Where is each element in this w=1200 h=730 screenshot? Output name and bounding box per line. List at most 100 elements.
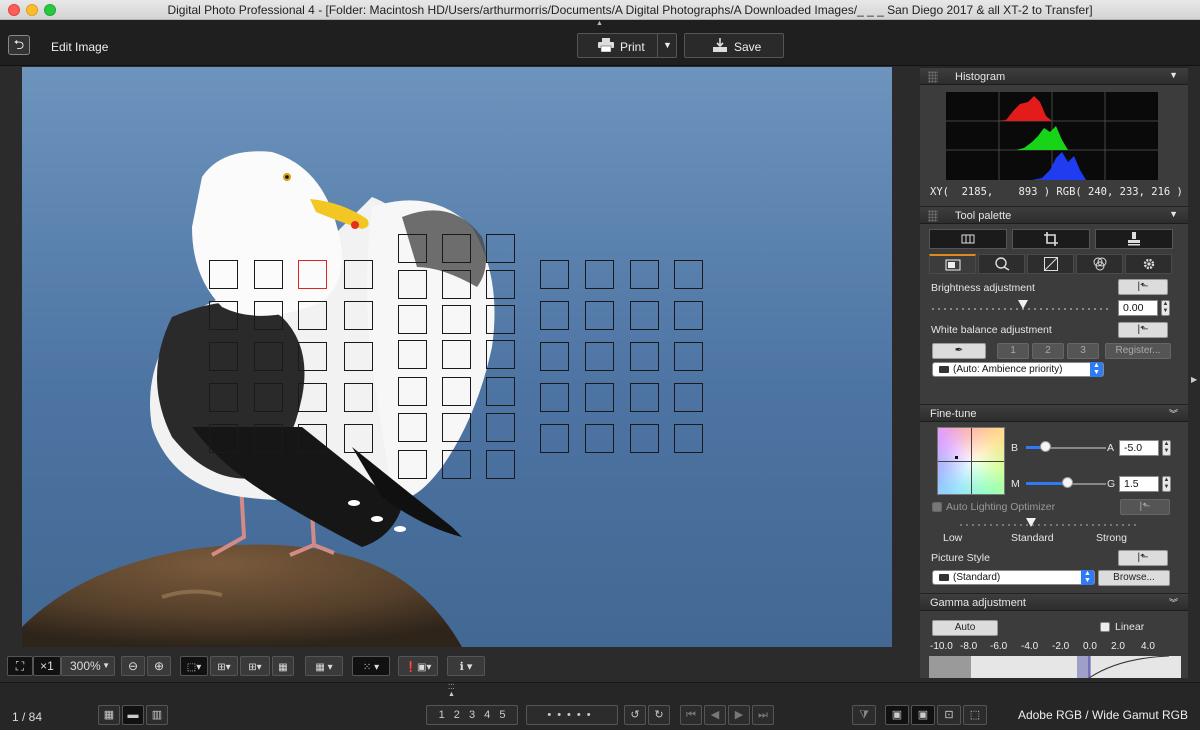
tab-tone-curve[interactable] <box>1027 254 1074 274</box>
fine-tune-header[interactable]: Fine-tune ︾ <box>920 404 1188 422</box>
brightness-reset-button[interactable]: |⬑ <box>1118 279 1168 295</box>
alo-slider[interactable] <box>960 524 1140 526</box>
double-chevron-icon: ︾ <box>1168 598 1178 608</box>
save-button[interactable]: Save <box>684 33 784 58</box>
alo-reset-button[interactable]: |⬑ <box>1120 499 1170 515</box>
print-button[interactable]: Print ▼ <box>577 33 677 58</box>
back-button[interactable]: ⮌ <box>8 35 30 55</box>
collapse-bottom-icon[interactable]: ⁚⁚⁚ ▲ <box>448 683 455 698</box>
tool-palette-header[interactable]: Tool palette ▼ <box>920 206 1188 224</box>
color-point-marker[interactable] <box>955 456 958 459</box>
gamma-auto-button[interactable]: Auto <box>932 620 998 636</box>
prev-image-button[interactable]: ◀ <box>704 705 726 725</box>
a-stepper[interactable]: ▲ ▼ <box>1162 440 1171 456</box>
close-window-button[interactable] <box>8 4 20 16</box>
gamma-header[interactable]: Gamma adjustment ︾ <box>920 593 1188 611</box>
rotate-left-button[interactable]: ↺ <box>624 705 646 725</box>
photo-icon: ▣ <box>917 709 929 721</box>
collapse-top-icon[interactable]: ▲ <box>596 20 603 27</box>
fine-tune-a-label: A <box>1107 442 1115 454</box>
right-panel-scroll[interactable]: ▶ <box>1188 67 1200 678</box>
brightness-stepper[interactable]: ▲ ▼ <box>1161 300 1170 316</box>
fit-to-window-button[interactable]: ⛶ <box>7 656 33 676</box>
minimize-window-button[interactable] <box>26 4 38 16</box>
tab-basic[interactable] <box>929 254 976 274</box>
grid-overlay-button[interactable]: ▦ ▾ <box>305 656 343 676</box>
ba-slider-knob[interactable] <box>1040 441 1051 452</box>
zoom-out-button[interactable]: ⊖ <box>121 656 145 676</box>
wb-register-button[interactable]: Register... <box>1105 343 1171 359</box>
split-view-button[interactable]: ▥ <box>146 705 168 725</box>
tab-color[interactable] <box>1076 254 1123 274</box>
linear-checkbox[interactable] <box>1100 622 1110 632</box>
wb-preset-2[interactable]: 2 <box>1032 343 1064 359</box>
white-balance-select[interactable]: (Auto: Ambience priority) ▲ ▼ <box>932 362 1104 377</box>
rotate-right-button[interactable]: ↻ <box>648 705 670 725</box>
zoom-window-button[interactable] <box>44 4 56 16</box>
af-mode-button[interactable]: ⁙ ▾ <box>352 656 390 676</box>
stamp-tool[interactable] <box>1095 229 1173 249</box>
crop-tool[interactable] <box>1012 229 1090 249</box>
gamma-tick: -4.0 <box>1021 641 1039 652</box>
info-button[interactable]: ℹ ▾ <box>447 656 485 676</box>
alo-checkbox[interactable] <box>932 502 942 512</box>
thumbnail-view-button[interactable]: ▦ <box>98 705 120 725</box>
edit-image-mode-button[interactable]: ▣ <box>885 705 909 725</box>
image-preview[interactable] <box>22 67 892 647</box>
zoom-out-icon: ⊖ <box>127 659 139 673</box>
zoom-x1-button[interactable]: ×1 <box>33 656 61 676</box>
picture-style-select[interactable]: (Standard) ▲ ▼ <box>932 570 1095 585</box>
af-point <box>585 342 614 371</box>
brightness-value-field[interactable]: 0.00 <box>1118 300 1158 316</box>
quick-check-button[interactable]: ⊡ <box>937 705 961 725</box>
crop-display-button[interactable]: ⊞▾ <box>210 656 238 676</box>
last-image-button[interactable]: ⏭ <box>752 705 774 725</box>
rating-1[interactable]: 1 <box>439 709 445 721</box>
white-balance-reset-button[interactable]: |⬑ <box>1118 322 1168 338</box>
remote-shooting-button[interactable]: ⬚ <box>963 705 987 725</box>
rating-2[interactable]: 2 <box>454 709 460 721</box>
gamma-graph[interactable] <box>929 656 1181 678</box>
brightness-knob[interactable] <box>1018 300 1028 309</box>
eyedropper-button[interactable]: ✒ <box>932 343 986 359</box>
tab-settings[interactable] <box>1125 254 1172 274</box>
histogram-blue <box>1032 152 1086 180</box>
tab-detail[interactable] <box>978 254 1025 274</box>
browse-button[interactable]: Browse... <box>1098 570 1170 586</box>
wb-preset-1[interactable]: 1 <box>997 343 1029 359</box>
rating-5[interactable]: 5 <box>499 709 505 721</box>
filmstrip-view-button[interactable]: ▬ <box>122 705 144 725</box>
rating-3[interactable]: 3 <box>469 709 475 721</box>
rating-4[interactable]: 4 <box>484 709 490 721</box>
edit-image-window-button[interactable]: ▣ <box>911 705 935 725</box>
highlight-warning-button[interactable]: ❗▣▾ <box>398 656 438 676</box>
af-point <box>254 301 283 330</box>
lens-correction-tool[interactable] <box>929 229 1007 249</box>
first-image-button[interactable]: ⏮ <box>680 705 702 725</box>
af-point <box>540 342 569 371</box>
mg-slider-knob[interactable] <box>1062 477 1073 488</box>
rotate-left-icon: ↺ <box>630 709 640 721</box>
filter-button[interactable]: ⧩ <box>852 705 876 725</box>
zoom-level-select[interactable]: 300% ▼ <box>61 656 115 676</box>
g-stepper[interactable]: ▲ ▼ <box>1162 476 1171 492</box>
wb-preset-3[interactable]: 3 <box>1067 343 1099 359</box>
fine-tune-title: Fine-tune <box>930 408 977 420</box>
print-dropdown-icon[interactable]: ▼ <box>657 34 677 57</box>
histogram-title: Histogram <box>955 71 1006 83</box>
star-rating-bar[interactable]: ••••• <box>526 705 618 725</box>
histogram-header[interactable]: Histogram ▼ <box>920 67 1188 85</box>
left-gutter <box>0 67 22 652</box>
g-value-field[interactable]: 1.5 <box>1119 476 1159 492</box>
af-point <box>585 424 614 453</box>
picture-style-reset-button[interactable]: |⬑ <box>1118 550 1168 566</box>
reset-icon: |⬑ <box>1137 324 1149 335</box>
color-wheel-grid[interactable] <box>937 427 1005 495</box>
af-point-display-button[interactable]: ⬚▾ <box>180 656 208 676</box>
zoom-in-button[interactable]: ⊕ <box>147 656 171 676</box>
compare-button[interactable]: ▦ <box>272 656 294 676</box>
a-value-field[interactable]: -5.0 <box>1119 440 1159 456</box>
next-image-button[interactable]: ▶ <box>728 705 750 725</box>
grid-display-button[interactable]: ⊞▾ <box>240 656 270 676</box>
alo-slider-knob[interactable] <box>1026 518 1036 527</box>
